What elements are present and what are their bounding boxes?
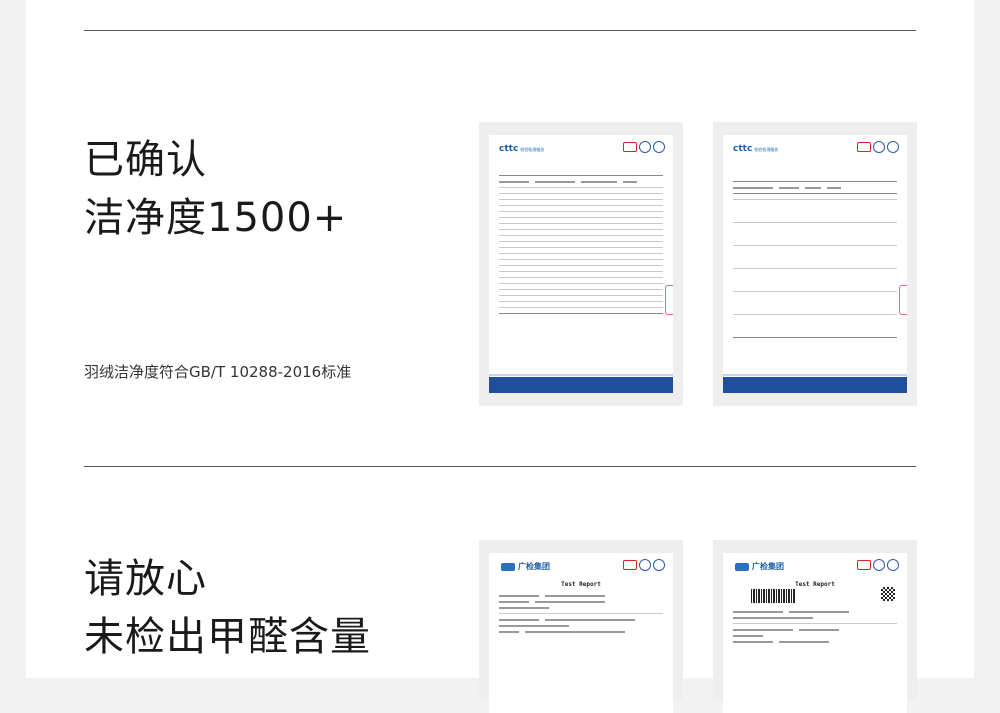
red-seal-icon [665, 285, 673, 315]
report-footer-bar [723, 374, 907, 393]
middle-divider [84, 466, 916, 467]
section1-headline: 已确认 洁净度1500+ [84, 134, 347, 244]
section1-headline-line1: 已确认 [84, 137, 207, 183]
report-page-2: cttc 检验检测服务 [723, 135, 907, 393]
report-page-4: 广检集团 Test Report [723, 553, 907, 713]
test-report-image-3: 广检集团 Test Report [479, 540, 683, 713]
red-seal-icon [899, 285, 907, 315]
section1-caption: 羽绒洁净度符合GB/T 10288-2016标准 [84, 363, 352, 381]
test-report-image-4: 广检集团 Test Report [713, 540, 917, 713]
section2-headline: 请放心 未检出甲醛含量 [84, 553, 371, 663]
section2-headline-line2: 未检出甲醛含量 [84, 614, 371, 660]
report-title: Test Report [561, 581, 601, 588]
section2-headline-line1: 请放心 [84, 556, 207, 602]
section1-headline-line2: 洁净度1500+ [84, 195, 348, 241]
certification-marks-icon [857, 559, 899, 571]
barcode-icon [751, 589, 795, 603]
report-header: cttc 检验检测服务 [723, 135, 907, 161]
certification-marks-icon [623, 559, 665, 571]
report-body [733, 611, 897, 647]
certification-marks-icon [623, 141, 665, 153]
report-title: Test Report [795, 581, 835, 588]
report-page-1: cttc 检验检测服务 [489, 135, 673, 393]
report-header: cttc 检验检测服务 [489, 135, 673, 161]
gttc-logo: 广检集团 [501, 561, 550, 572]
report-body [499, 595, 663, 637]
test-report-image-1: cttc 检验检测服务 [479, 122, 683, 406]
test-report-image-2: cttc 检验检测服务 [713, 122, 917, 406]
report-table [499, 175, 663, 319]
certification-marks-icon [857, 141, 899, 153]
report-footer-bar [489, 374, 673, 393]
content-panel: 已确认 洁净度1500+ 羽绒洁净度符合GB/T 10288-2016标准 ct… [26, 0, 974, 713]
cttc-logo: cttc 检验检测服务 [733, 144, 779, 154]
top-divider [84, 30, 916, 31]
gttc-logo: 广检集团 [735, 561, 784, 572]
qr-code-icon [881, 587, 895, 601]
report-table [733, 181, 897, 343]
cttc-logo: cttc 检验检测服务 [499, 144, 545, 154]
report-page-3: 广检集团 Test Report [489, 553, 673, 713]
